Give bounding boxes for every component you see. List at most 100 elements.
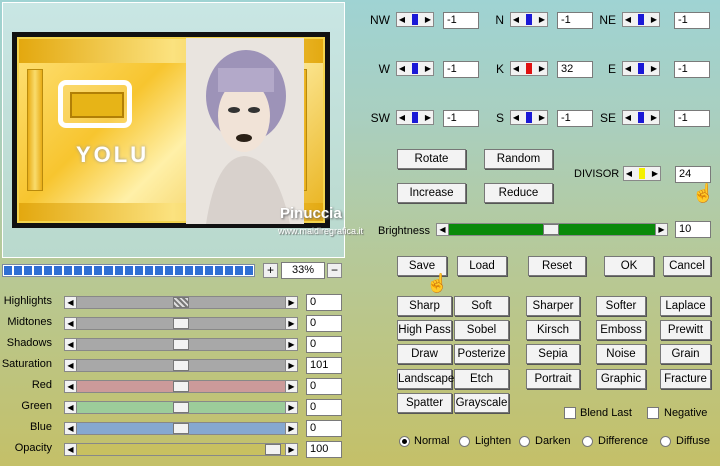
- brightness-slider[interactable]: ◀ ▶: [436, 223, 668, 236]
- slider-thumb[interactable]: [526, 112, 532, 123]
- lighten-radio[interactable]: [459, 436, 470, 447]
- slider-left-arrow-icon[interactable]: ◀: [397, 112, 407, 123]
- slider-right-arrow-icon[interactable]: ▶: [285, 443, 298, 456]
- slider-track[interactable]: ◀ ▶: [64, 401, 298, 414]
- slider-thumb[interactable]: [639, 168, 645, 179]
- preset-button[interactable]: Landscape: [397, 369, 454, 389]
- slider-right-arrow-icon[interactable]: ▶: [285, 422, 298, 435]
- preset-button[interactable]: Sharper: [526, 296, 580, 316]
- slider-left-arrow-icon[interactable]: ◀: [397, 63, 407, 74]
- preset-button[interactable]: Laplace: [660, 296, 711, 316]
- slider-thumb[interactable]: [173, 297, 189, 308]
- slider-right-arrow-icon[interactable]: ▶: [423, 112, 433, 123]
- slider-left-arrow-icon[interactable]: ◀: [64, 317, 77, 330]
- matrix-cell-slider[interactable]: ◀ ▶: [622, 61, 660, 76]
- slider-track[interactable]: ◀ ▶: [64, 443, 298, 456]
- slider-thumb[interactable]: [173, 360, 189, 371]
- slider-track[interactable]: ◀ ▶: [64, 359, 298, 372]
- ok-button[interactable]: OK: [604, 256, 654, 276]
- slider-thumb[interactable]: [526, 14, 532, 25]
- slider-left-arrow-icon[interactable]: ◀: [64, 359, 77, 372]
- matrix-cell-input[interactable]: -1: [674, 110, 710, 127]
- slider-right-arrow-icon[interactable]: ▶: [649, 14, 659, 25]
- reset-button[interactable]: Reset: [528, 256, 586, 276]
- slider-value-input[interactable]: 0: [306, 294, 342, 311]
- reduce-button[interactable]: Reduce: [484, 183, 553, 203]
- brightness-input[interactable]: 10: [675, 221, 711, 238]
- darken-radio[interactable]: [519, 436, 530, 447]
- slider-right-arrow-icon[interactable]: ▶: [285, 359, 298, 372]
- slider-left-arrow-icon[interactable]: ◀: [511, 14, 521, 25]
- preset-button[interactable]: Graphic: [596, 369, 646, 389]
- rotate-button[interactable]: Rotate: [397, 149, 466, 169]
- slider-left-arrow-icon[interactable]: ◀: [623, 14, 633, 25]
- matrix-cell-slider[interactable]: ◀ ▶: [622, 12, 660, 27]
- slider-value-input[interactable]: 0: [306, 399, 342, 416]
- blend-last-checkbox[interactable]: [564, 407, 576, 419]
- preset-button[interactable]: Sepia: [526, 344, 580, 364]
- matrix-cell-input[interactable]: -1: [674, 61, 710, 78]
- slider-thumb[interactable]: [173, 339, 189, 350]
- zoom-out-button[interactable]: −: [327, 263, 342, 278]
- slider-thumb[interactable]: [173, 318, 189, 329]
- preset-button[interactable]: Kirsch: [526, 320, 580, 340]
- slider-left-arrow-icon[interactable]: ◀: [511, 63, 521, 74]
- slider-track[interactable]: ◀ ▶: [64, 380, 298, 393]
- preset-button[interactable]: Noise: [596, 344, 646, 364]
- slider-right-arrow-icon[interactable]: ▶: [285, 338, 298, 351]
- matrix-cell-slider[interactable]: ◀ ▶: [396, 110, 434, 125]
- divisor-input[interactable]: 24: [675, 166, 711, 183]
- slider-thumb[interactable]: [412, 112, 418, 123]
- slider-value-input[interactable]: 0: [306, 336, 342, 353]
- slider-right-arrow-icon[interactable]: ▶: [537, 63, 547, 74]
- slider-thumb[interactable]: [265, 444, 281, 455]
- preset-button[interactable]: Etch: [454, 369, 509, 389]
- slider-left-arrow-icon[interactable]: ◀: [64, 401, 77, 414]
- divisor-slider[interactable]: ◀ ▶: [623, 166, 661, 181]
- slider-left-arrow-icon[interactable]: ◀: [64, 422, 77, 435]
- preset-button[interactable]: Spatter: [397, 393, 452, 413]
- slider-thumb[interactable]: [638, 63, 644, 74]
- slider-track[interactable]: ◀ ▶: [64, 338, 298, 351]
- preset-button[interactable]: Sharp: [397, 296, 452, 316]
- slider-right-arrow-icon[interactable]: ▶: [537, 112, 547, 123]
- slider-right-arrow-icon[interactable]: ▶: [285, 296, 298, 309]
- matrix-cell-input[interactable]: -1: [674, 12, 710, 29]
- matrix-cell-slider[interactable]: ◀ ▶: [510, 61, 548, 76]
- slider-right-arrow-icon[interactable]: ▶: [285, 380, 298, 393]
- matrix-cell-slider[interactable]: ◀ ▶: [510, 12, 548, 27]
- slider-thumb[interactable]: [412, 63, 418, 74]
- difference-radio[interactable]: [582, 436, 593, 447]
- preset-button[interactable]: Posterize: [454, 344, 509, 364]
- slider-right-arrow-icon[interactable]: ▶: [649, 112, 659, 123]
- slider-right-arrow-icon[interactable]: ▶: [537, 14, 547, 25]
- slider-thumb[interactable]: [173, 381, 189, 392]
- slider-right-arrow-icon[interactable]: ▶: [655, 223, 668, 236]
- matrix-cell-input[interactable]: -1: [443, 110, 479, 127]
- matrix-cell-slider[interactable]: ◀ ▶: [510, 110, 548, 125]
- slider-left-arrow-icon[interactable]: ◀: [624, 168, 634, 179]
- matrix-cell-input[interactable]: -1: [557, 110, 593, 127]
- matrix-cell-input[interactable]: -1: [443, 12, 479, 29]
- slider-track[interactable]: ◀ ▶: [64, 317, 298, 330]
- slider-thumb[interactable]: [173, 402, 189, 413]
- diffuse-radio[interactable]: [660, 436, 671, 447]
- slider-thumb[interactable]: [638, 14, 644, 25]
- slider-left-arrow-icon[interactable]: ◀: [64, 380, 77, 393]
- slider-left-arrow-icon[interactable]: ◀: [64, 443, 77, 456]
- slider-left-arrow-icon[interactable]: ◀: [511, 112, 521, 123]
- slider-right-arrow-icon[interactable]: ▶: [285, 317, 298, 330]
- preset-button[interactable]: Fracture: [660, 369, 711, 389]
- slider-thumb[interactable]: [173, 423, 189, 434]
- slider-value-input[interactable]: 0: [306, 378, 342, 395]
- preset-button[interactable]: High Pass: [397, 320, 452, 340]
- slider-right-arrow-icon[interactable]: ▶: [423, 63, 433, 74]
- preset-button[interactable]: Grain: [660, 344, 711, 364]
- matrix-cell-slider[interactable]: ◀ ▶: [396, 12, 434, 27]
- slider-left-arrow-icon[interactable]: ◀: [64, 338, 77, 351]
- matrix-cell-slider[interactable]: ◀ ▶: [622, 110, 660, 125]
- cancel-button[interactable]: Cancel: [663, 256, 711, 276]
- slider-thumb[interactable]: [412, 14, 418, 25]
- matrix-cell-slider[interactable]: ◀ ▶: [396, 61, 434, 76]
- preset-button[interactable]: Grayscale: [454, 393, 509, 413]
